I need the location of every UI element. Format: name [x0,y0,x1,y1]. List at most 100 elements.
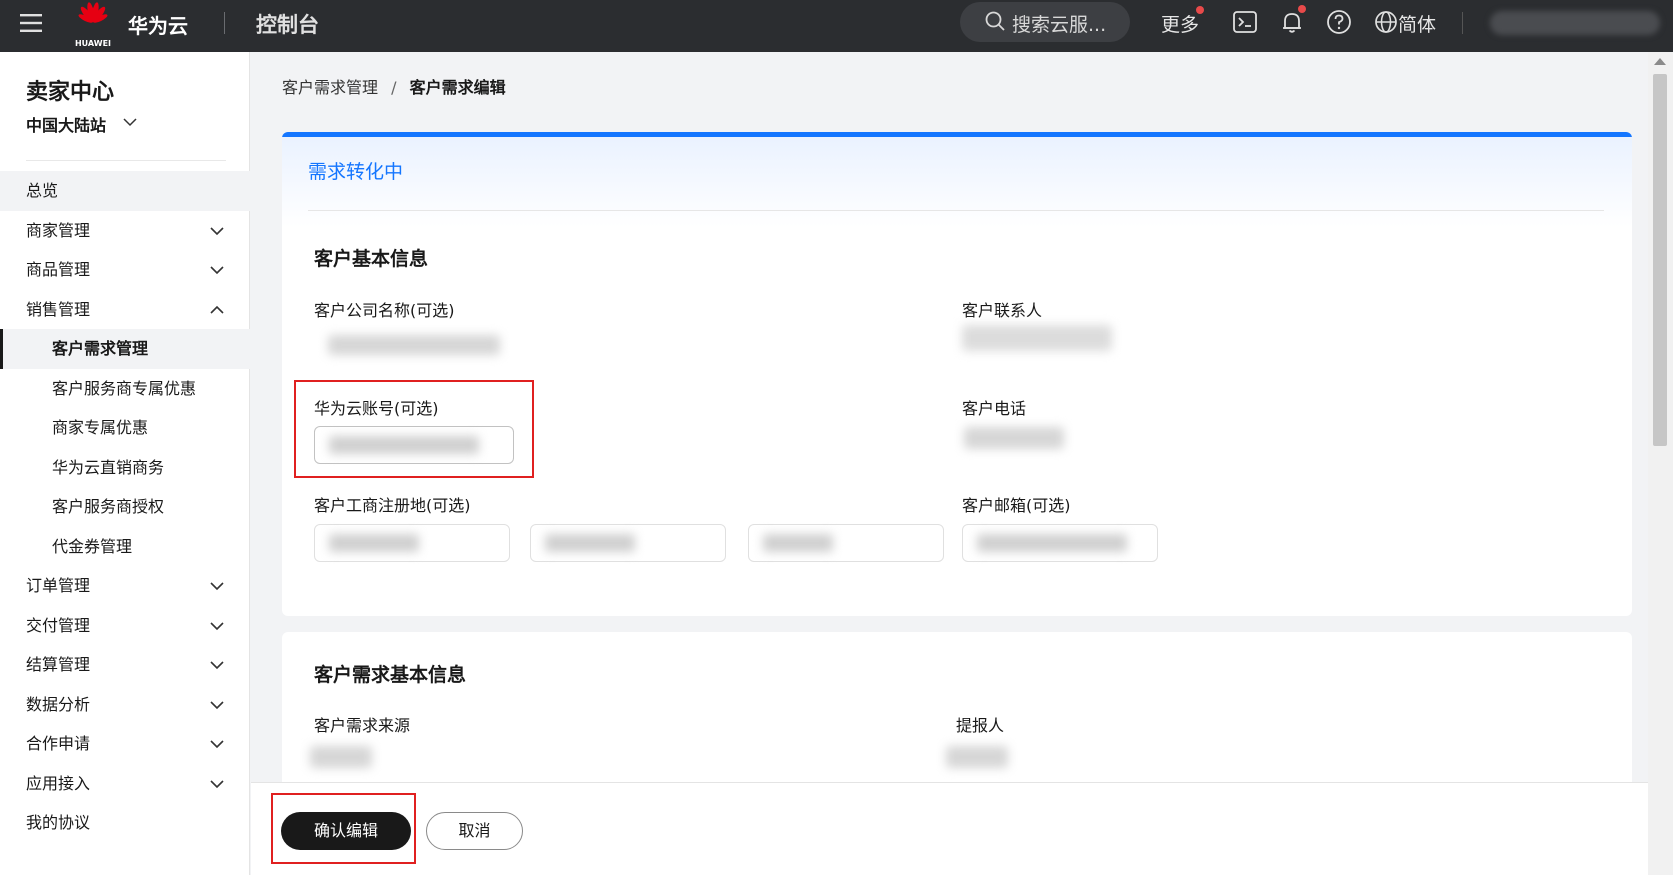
sidebar-item-app-access[interactable]: 应用接入 [0,764,250,804]
sidebar-item-analytics[interactable]: 数据分析 [0,685,250,725]
sidebar-item-overview[interactable]: 总览 [0,171,250,211]
sidebar-item-label: 商家专属优惠 [52,418,149,437]
help-icon[interactable] [1326,9,1352,35]
sidebar-item-label: 结算管理 [26,655,91,674]
sidebar-nav: 总览 商家管理 商品管理 销售管理 客户需求管理 客户服务商专属优惠 商家专属优… [0,171,250,843]
chevron-down-icon [210,779,224,788]
sidebar-item-label: 商家管理 [26,220,91,240]
huawei-petal-icon [78,2,108,23]
demand-info-card: 客户需求基本信息 客户需求来源 提报人 [282,632,1632,792]
sidebar-item-label: 商品管理 [26,260,91,279]
active-indicator [0,329,3,369]
address-label: 客户工商注册地(可选) [314,496,471,515]
sidebar-item-label: 合作申请 [26,734,91,753]
sidebar-item-label: 交付管理 [26,615,91,635]
status-text: 需求转化中 [308,161,404,183]
more-menu[interactable]: 更多 [1161,10,1199,37]
province-value [329,534,419,552]
company-name-label: 客户公司名称(可选) [314,301,455,320]
sidebar-item-merchant[interactable]: 商家管理 [0,211,250,251]
annotation-highlight-confirm [271,793,416,864]
chevron-down-icon [210,700,224,709]
sidebar-item-label: 数据分析 [26,694,91,714]
header-divider [224,12,225,34]
company-name-value [328,335,500,355]
sidebar-item-agreements[interactable]: 我的协议 [0,803,250,843]
language-switch[interactable]: 简体 [1398,10,1436,37]
top-bar: HUAWEI 华为云 控制台 搜索云服... 更多 简体 [0,0,1673,52]
logo-text: HUAWEI [74,39,112,48]
email-value [977,534,1127,552]
sidebar-item-label: 总览 [26,181,59,200]
district-select[interactable] [748,524,944,562]
huawei-logo[interactable]: HUAWEI [72,2,114,48]
chevron-down-icon[interactable] [122,114,138,130]
sidebar-item-partner-discount[interactable]: 客户服务商专属优惠 [0,369,250,409]
section-title-basic-info: 客户基本信息 [314,248,429,270]
bell-notification-dot [1298,5,1306,13]
customer-info-card: 需求转化中 客户基本信息 客户公司名称(可选) 客户联系人 华为云账号(可选) … [282,132,1632,616]
scrollbar-thumb[interactable] [1653,74,1667,446]
sidebar-item-settlement[interactable]: 结算管理 [0,645,250,685]
chevron-down-icon [210,226,224,235]
sidebar-item-label: 订单管理 [26,576,91,595]
demand-source-value [310,746,372,768]
sidebar-item-label: 销售管理 [26,299,91,319]
demand-source-label: 客户需求来源 [314,716,411,735]
chevron-down-icon [210,621,224,630]
terminal-icon[interactable] [1232,9,1258,35]
annotation-highlight-account [294,380,534,478]
city-select[interactable] [530,524,726,562]
sidebar-item-label: 代金券管理 [52,536,133,556]
breadcrumb-parent[interactable]: 客户需求管理 [282,78,378,97]
district-value [763,534,833,552]
chevron-down-icon [210,582,224,591]
sidebar-item-label: 客户服务商专属优惠 [52,378,197,398]
site-selector[interactable]: 中国大陆站 [26,112,106,136]
sidebar-item-delivery[interactable]: 交付管理 [0,606,250,646]
status-header-background [282,137,1632,227]
sidebar-item-label: 应用接入 [26,773,91,793]
phone-value [964,427,1064,449]
brand-name[interactable]: 华为云 [128,10,188,39]
account-name-blurred[interactable] [1490,11,1660,35]
sidebar-item-merchant-discount[interactable]: 商家专属优惠 [0,408,250,448]
chevron-up-icon [210,305,224,314]
sidebar: 卖家中心 中国大陆站 总览 商家管理 商品管理 销售管理 客户需求管理 客户服务… [0,52,250,875]
chevron-down-icon [210,661,224,670]
scroll-up-arrow-icon[interactable] [1654,58,1666,65]
search-placeholder[interactable]: 搜索云服... [1012,10,1106,37]
reporter-value [946,746,1008,768]
globe-icon[interactable] [1373,9,1399,35]
sidebar-item-customer-demand[interactable]: 客户需求管理 [0,329,250,369]
header-divider-2 [1462,12,1463,34]
sidebar-item-direct-sales[interactable]: 华为云直销商务 [0,448,250,488]
console-link[interactable]: 控制台 [256,9,319,39]
sidebar-divider [26,160,226,161]
sidebar-item-voucher[interactable]: 代金券管理 [0,527,250,567]
menu-icon[interactable] [18,10,44,36]
contact-value [962,325,1112,351]
search-icon [985,11,1005,31]
breadcrumb: 客户需求管理 / 客户需求编辑 [282,74,506,98]
city-value [545,534,635,552]
sidebar-item-label: 客户服务商授权 [52,497,165,516]
province-select[interactable] [314,524,510,562]
sidebar-item-product[interactable]: 商品管理 [0,250,250,290]
sidebar-item-partner-authorization[interactable]: 客户服务商授权 [0,487,250,527]
sidebar-item-label: 客户需求管理 [52,339,149,358]
section-divider [308,210,1604,211]
breadcrumb-separator: / [391,78,397,97]
email-label: 客户邮箱(可选) [962,496,1071,515]
sidebar-item-orders[interactable]: 订单管理 [0,566,250,606]
breadcrumb-current: 客户需求编辑 [409,78,506,97]
email-input[interactable] [962,524,1158,562]
cancel-button[interactable]: 取消 [426,812,523,850]
sidebar-title: 卖家中心 [26,80,115,105]
chevron-down-icon [210,740,224,749]
phone-label: 客户电话 [962,399,1027,418]
contact-label: 客户联系人 [962,301,1043,320]
reporter-label: 提报人 [956,716,1005,735]
sidebar-item-cooperation[interactable]: 合作申请 [0,724,250,764]
sidebar-item-sales[interactable]: 销售管理 [0,290,250,330]
